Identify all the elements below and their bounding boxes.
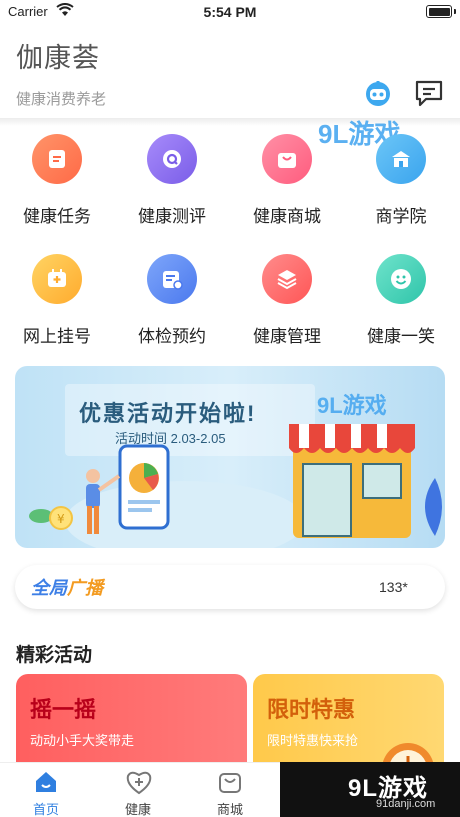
broadcast-logo-b: 广播 [67,578,103,598]
card-subtitle: 动动小手大奖带走 [30,733,135,748]
grid-item-label: 网上挂号 [23,327,91,346]
broadcast-message: 133* [379,579,408,595]
grid-item-health-manage[interactable]: 健康管理 [232,254,342,347]
status-bar: Carrier 5:54 PM [0,0,460,24]
card-title: 限时特惠 [267,697,356,722]
activity-card-flash-sale[interactable]: 限时特惠 限时特惠快来抢 [253,674,444,774]
heart-plus-icon [125,769,153,800]
app-header: 伽康荟 健康消费养老 [0,24,460,120]
grid-item-checkup[interactable]: 体检预约 [117,254,227,347]
coin-plant-illustration: ¥ [29,506,73,530]
battery-icon [426,5,452,18]
register-icon [32,254,82,304]
grid-item-label: 健康商城 [253,207,321,226]
leaf-illustration [425,478,442,536]
robot-icon[interactable] [364,79,392,107]
broadcast-logo: 全局广播 [31,574,103,600]
mall-icon [262,134,312,184]
grid-item-label: 体检预约 [138,327,206,346]
checkup-icon [147,254,197,304]
tab-label: 健康 [124,802,151,817]
tab-home[interactable]: 首页 [0,763,92,817]
phone-illustration [86,444,170,534]
clock: 5:54 PM [203,4,257,20]
tab-label: 首页 [32,802,59,817]
grid-item-label: 健康测评 [138,207,206,226]
grid-item-register[interactable]: 网上挂号 [2,254,112,347]
app-subtitle: 健康消费养老 [16,91,107,108]
card-subtitle: 限时特惠快来抢 [267,733,359,748]
grid-item-academy[interactable]: 商学院 [346,134,456,227]
card-title: 摇一摇 [30,697,97,722]
section-title: 精彩活动 [16,645,93,666]
grid-item-health-smile[interactable]: 健康一笑 [346,254,456,347]
tab-mall[interactable]: 商城 [184,763,276,817]
grid-item-label: 商学院 [375,207,427,226]
smile-icon [376,254,426,304]
tab-label: 商城 [216,802,243,817]
banner-title: 优惠活动开始啦! [79,401,257,426]
grid-item-health-mall[interactable]: 健康商城 [232,134,342,227]
grid-item-label: 健康一笑 [367,327,435,346]
broadcast-logo-a: 全局 [31,578,67,598]
message-icon[interactable] [414,78,444,108]
academy-icon [376,134,426,184]
activity-card-shake[interactable]: 摇一摇 动动小手大奖带走 [16,674,247,774]
watermark-overlay: 9L游戏 91danji.com [280,762,460,817]
grid-item-health-assess[interactable]: 健康测评 [117,134,227,227]
app-title: 伽康荟 [16,43,100,73]
layers-icon [262,254,312,304]
broadcast-bar[interactable]: 全局广播 133* [15,565,445,609]
grid-item-label: 健康管理 [253,327,321,346]
shop-illustration [289,424,415,538]
battery-tip [454,9,456,14]
watermark-url: 91danji.com [376,798,436,810]
assess-icon [147,134,197,184]
grid-item-label: 健康任务 [23,207,91,226]
task-icon [32,134,82,184]
promo-banner[interactable]: 优惠活动开始啦! 活动时间 2.03-2.05 9L游戏 ¥ [15,366,445,548]
svg-text:¥: ¥ [57,512,65,526]
tab-health[interactable]: 健康 [92,763,184,817]
home-icon [33,769,59,800]
grid-item-health-task[interactable]: 健康任务 [2,134,112,227]
shopping-bag-icon [217,769,243,800]
